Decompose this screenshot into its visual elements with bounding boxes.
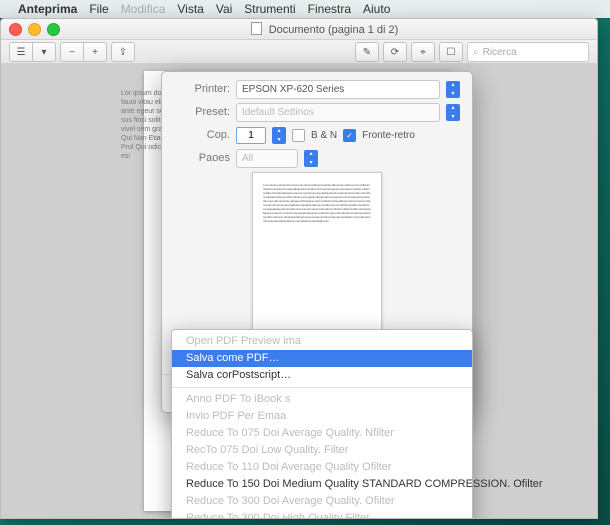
share-button[interactable]: ⇪ [111,42,135,62]
print-preview: Loremipsumdolorsitametconsecteturadipisc… [252,172,382,342]
menu-go[interactable]: Vai [216,2,232,16]
pdf-menu-item: Invio PDF Per Emaa [172,408,472,425]
pages-select[interactable]: All [236,149,298,168]
pages-label: Paoes [174,152,230,164]
menu-window[interactable]: Finestra [308,2,351,16]
window-title: Documento (pagina 1 di 2) [60,22,589,36]
highlight-button[interactable]: ✎ [355,42,379,62]
pdf-menu-item[interactable]: Reduce To 150 Doi Medium Quality STANDAR… [172,476,472,493]
app-window: Documento (pagina 1 di 2) ☰ ▾ − + ⇪ ✎ ⟳ … [0,18,598,519]
zoom-window-button[interactable] [47,23,60,36]
menubar: Anteprima File Modifica Vista Vai Strume… [0,0,610,18]
zoom-out-button[interactable]: − [60,42,84,62]
menu-view[interactable]: Vista [177,2,203,16]
view-mode-button[interactable]: ▾ [33,42,56,62]
window-title-text: Documento (pagina 1 di 2) [269,24,399,36]
markup-button[interactable]: ⌖ [411,42,435,62]
pdf-menu-item: Anno PDF To iBook s [172,391,472,408]
titlebar: Documento (pagina 1 di 2) [1,19,597,40]
menu-file[interactable]: File [89,2,108,16]
copies-field[interactable]: 1 [236,127,266,144]
preset-label: Preset: [174,106,230,118]
pdf-menu-item: Reduce To 300 Doi High Quality Filter [172,510,472,519]
fronte-retro-checkbox[interactable]: ✓ [343,129,356,142]
pdf-menu-item: Open PDF Preview ima [172,333,472,350]
preset-arrows-icon[interactable]: ▴▾ [446,104,460,121]
pdf-menu-item: RecTo 075 Doi Low Quality. Filter [172,442,472,459]
printer-arrows-icon[interactable]: ▴▾ [446,81,460,98]
preset-select[interactable]: Idefault Settinos [236,103,440,122]
app-menu[interactable]: Anteprima [18,2,77,16]
bn-checkbox[interactable] [292,129,305,142]
pdf-menu-item[interactable]: Salva corPostscript… [172,367,472,384]
pdf-menu-item: Reduce To 110 Doi Average Quality Ofilte… [172,459,472,476]
markup-toolbar-button[interactable]: ☐ [439,42,463,62]
document-icon [251,22,262,35]
menu-help[interactable]: Aiuto [363,2,390,16]
pdf-menu-item[interactable]: Salva come PDF… [172,350,472,367]
search-field[interactable]: ⌕ Ricerca [467,42,589,62]
pdf-menu-item: Reduce To 075 Doi Average Quality. Nfilt… [172,425,472,442]
pages-arrows-icon[interactable]: ▴▾ [304,150,318,167]
pdf-dropdown-menu: Open PDF Preview imaSalva come PDF…Salva… [171,329,473,519]
minimize-window-button[interactable] [28,23,41,36]
zoom-in-button[interactable]: + [84,42,107,62]
toolbar: ☰ ▾ − + ⇪ ✎ ⟳ ⌖ ☐ ⌕ Ricerca [1,40,597,65]
menu-edit[interactable]: Modifica [121,2,166,16]
fronte-retro-label: Fronte-retro [362,130,415,141]
rotate-button[interactable]: ⟳ [383,42,407,62]
close-window-button[interactable] [9,23,22,36]
copies-label: Cop. [174,129,230,141]
menu-tools[interactable]: Strumenti [244,2,295,16]
search-icon: ⌕ [473,47,479,58]
bn-label: B & N [311,130,337,141]
printer-label: Printer: [174,83,230,95]
pdf-menu-item: Reduce To 300 Doi Average Quality. Ofilt… [172,493,472,510]
copies-stepper[interactable]: ▴▾ [272,127,286,144]
sidebar-toggle-button[interactable]: ☰ [9,42,33,62]
search-placeholder: Ricerca [483,47,517,58]
printer-select[interactable]: EPSON XP-620 Series [236,80,440,99]
